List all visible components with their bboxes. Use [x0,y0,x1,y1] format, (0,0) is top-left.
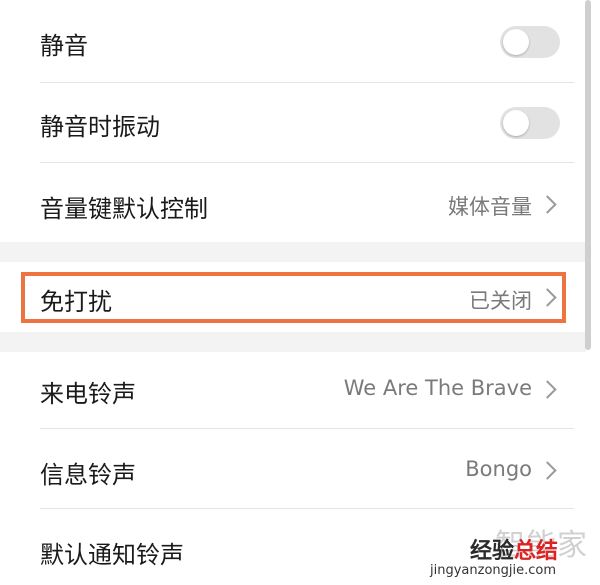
message-tone-row[interactable]: 信息铃声 Bongo [0,429,586,508]
message-tone-label: 信息铃声 [40,461,136,489]
vibrate-on-mute-label: 静音时振动 [40,113,160,141]
chevron-right-icon [538,195,557,214]
watermark-brand: 经验总结 [470,533,558,565]
section-gap [0,242,586,262]
watermark-brand-b: 总结 [514,539,559,564]
highlight-box [21,272,566,323]
scrollbar[interactable] [585,0,591,350]
ringtone-row[interactable]: 来电铃声 We Are The Brave [0,352,586,428]
chevron-right-icon [538,380,557,399]
volume-key-value: 媒体音量 [448,195,532,219]
mute-row[interactable]: 静音 [0,0,586,82]
volume-key-row[interactable]: 音量键默认控制 媒体音量 [0,163,586,242]
section-gap [0,332,586,352]
notification-tone-label: 默认通知铃声 [40,541,184,569]
ringtone-label: 来电铃声 [40,380,136,408]
message-tone-value: Bongo [465,457,532,481]
vibrate-on-mute-row[interactable]: 静音时振动 [0,83,586,162]
mute-toggle-knob [503,29,529,55]
vibrate-on-mute-toggle[interactable] [500,107,560,139]
watermark-brand-a: 经验 [470,539,515,564]
volume-key-label: 音量键默认控制 [40,195,208,223]
vibrate-toggle-knob [503,110,529,136]
watermark-url: jingyanzongjie.com [430,563,557,578]
mute-toggle[interactable] [500,26,560,58]
mute-label: 静音 [40,32,88,60]
ringtone-value: We Are The Brave [343,376,532,400]
chevron-right-icon [538,461,557,480]
